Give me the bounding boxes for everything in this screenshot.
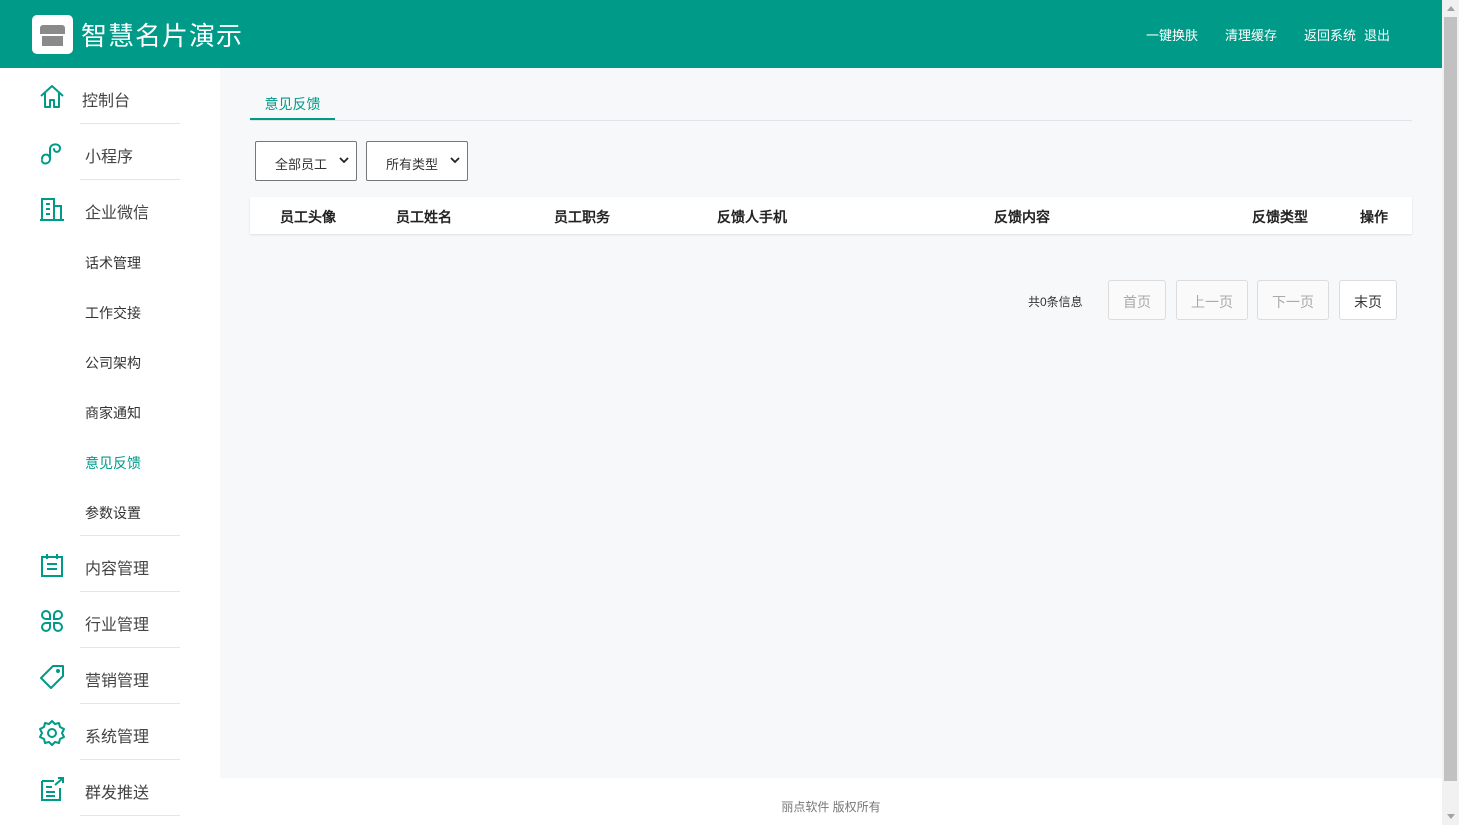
scroll-up-arrow-icon[interactable]: [1447, 6, 1455, 11]
tab-divider: [250, 120, 1412, 121]
miniprogram-icon: [41, 143, 62, 165]
prev-page-button[interactable]: 上一页: [1176, 280, 1248, 320]
main-content: 意见反馈 全部员工 所有类型 员工头像 员工姓名 员工职务 反馈人手机 反馈内容…: [220, 68, 1442, 778]
sidebar-item-system[interactable]: 系统管理: [0, 704, 220, 760]
chevron-down-icon: [450, 157, 460, 164]
sidebar-item-label: 营销管理: [85, 673, 150, 690]
top-links: 一键换肤 清理缓存 返回系统 退出: [1119, 25, 1390, 44]
sidebar-item-label: 企业微信: [85, 205, 150, 222]
footer: 丽点软件 版权所有: [220, 778, 1442, 825]
page-scrollbar[interactable]: [1442, 0, 1459, 825]
sidebar-subitem-merchant-notice[interactable]: 商家通知: [85, 403, 141, 423]
top-bar: 智慧名片演示 一键换肤 清理缓存 返回系统 退出: [0, 0, 1442, 68]
first-page-button[interactable]: 首页: [1108, 280, 1166, 320]
sidebar-item-enterprise-wechat[interactable]: 企业微信: [0, 180, 220, 236]
building-icon: [40, 198, 64, 221]
last-page-button[interactable]: 末页: [1339, 280, 1397, 320]
push-icon: [41, 777, 64, 801]
store-logo-icon: [32, 15, 73, 54]
sidebar-item-label: 内容管理: [85, 561, 150, 578]
sidebar: 控制台 小程序 企业微信 话术管理 工作交接 公司架构 商家通知 意见反馈 参数…: [0, 68, 220, 825]
column-header-type: 反馈类型: [1252, 209, 1308, 225]
copyright-text: 丽点软件 版权所有: [781, 800, 881, 814]
column-header-actions: 操作: [1360, 209, 1388, 225]
sidebar-item-industry[interactable]: 行业管理: [0, 592, 220, 648]
type-filter-select[interactable]: 所有类型: [366, 141, 468, 181]
sidebar-item-label: 小程序: [85, 149, 134, 166]
column-header-name: 员工姓名: [396, 209, 452, 225]
sidebar-subitem-scripts[interactable]: 话术管理: [85, 253, 141, 273]
clover-icon: [41, 610, 63, 632]
divider: [80, 815, 180, 816]
scroll-down-arrow-icon[interactable]: [1447, 814, 1455, 819]
employee-filter-value: 全部员工: [275, 157, 328, 172]
sidebar-item-marketing[interactable]: 营销管理: [0, 648, 220, 704]
sidebar-subitem-handover[interactable]: 工作交接: [85, 303, 141, 323]
employee-filter-select[interactable]: 全部员工: [255, 141, 357, 181]
app-title: 智慧名片演示: [81, 21, 244, 51]
chevron-down-icon: [339, 157, 349, 164]
feedback-table-header: 员工头像 员工姓名 员工职务 反馈人手机 反馈内容 反馈类型 操作: [250, 197, 1412, 234]
sidebar-item-content[interactable]: 内容管理: [0, 536, 220, 592]
column-header-avatar: 员工头像: [280, 209, 336, 225]
column-header-phone: 反馈人手机: [717, 209, 787, 225]
scroll-thumb[interactable]: [1444, 17, 1457, 781]
home-icon: [40, 85, 64, 108]
sidebar-item-miniprogram[interactable]: 小程序: [0, 124, 220, 180]
clear-cache-link[interactable]: 清理缓存: [1225, 25, 1277, 44]
sidebar-subitem-feedback[interactable]: 意见反馈: [85, 453, 141, 473]
type-filter-value: 所有类型: [386, 157, 439, 172]
sidebar-item-dashboard[interactable]: 控制台: [0, 68, 220, 124]
sidebar-subitem-org-structure[interactable]: 公司架构: [85, 353, 141, 373]
column-header-content: 反馈内容: [994, 209, 1050, 225]
calendar-icon: [41, 554, 63, 577]
pager-total-info: 共0条信息: [1028, 295, 1083, 309]
sidebar-subitem-parameters[interactable]: 参数设置: [85, 503, 141, 523]
tag-icon: [40, 665, 64, 689]
column-header-position: 员工职务: [554, 209, 610, 225]
brand: 智慧名片演示: [32, 15, 243, 54]
logout-link[interactable]: 退出: [1364, 25, 1390, 44]
sidebar-item-label: 系统管理: [85, 729, 150, 746]
next-page-button[interactable]: 下一页: [1257, 280, 1329, 320]
sidebar-item-label: 群发推送: [85, 785, 150, 802]
sidebar-item-label: 行业管理: [85, 617, 150, 634]
back-to-system-link[interactable]: 返回系统: [1304, 25, 1356, 44]
tab-feedback[interactable]: 意见反馈: [250, 90, 335, 120]
change-skin-link[interactable]: 一键换肤: [1146, 25, 1198, 44]
gear-icon: [39, 720, 65, 746]
sidebar-item-push[interactable]: 群发推送: [0, 760, 220, 816]
sidebar-item-label: 控制台: [82, 93, 131, 110]
